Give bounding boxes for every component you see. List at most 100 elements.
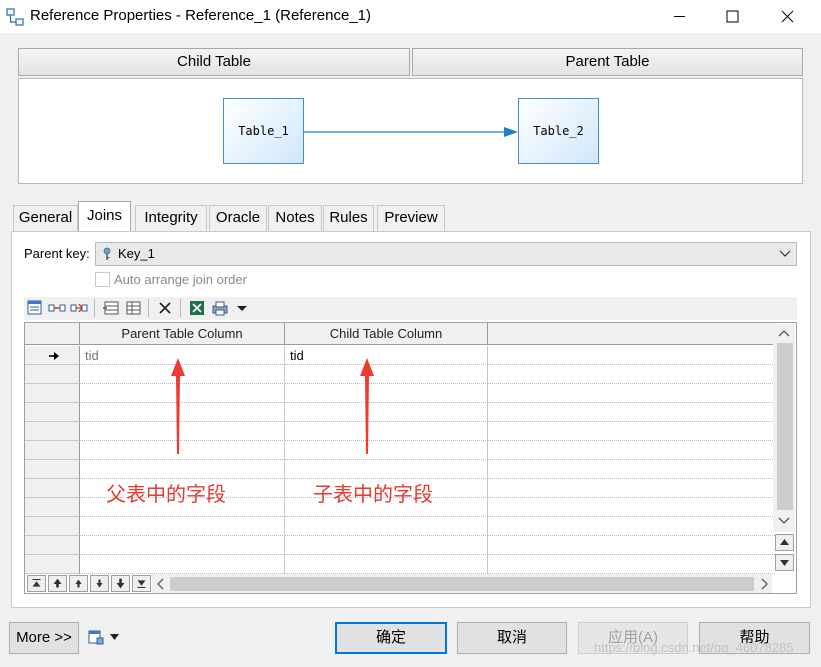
auto-arrange-checkbox[interactable] — [95, 272, 110, 287]
column-header-empty — [488, 323, 775, 345]
toolbar-separator — [94, 299, 95, 317]
grid-cell[interactable] — [488, 555, 775, 574]
grid-cell[interactable] — [488, 517, 775, 536]
row-header[interactable] — [25, 536, 80, 555]
column-header-parent[interactable]: Parent Table Column — [80, 323, 285, 345]
more-button[interactable]: More >> — [9, 622, 79, 654]
tab-integrity[interactable]: Integrity — [135, 205, 207, 231]
parent-column-value[interactable]: tid — [85, 346, 99, 365]
row-header[interactable] — [25, 498, 80, 517]
row-header[interactable] — [25, 422, 80, 441]
toolbar-separator — [180, 299, 181, 317]
move-down-icon[interactable] — [90, 575, 109, 592]
scroll-right-icon[interactable] — [758, 577, 770, 591]
row-header[interactable] — [25, 555, 80, 574]
parent-table-box[interactable]: Table_2 — [518, 98, 599, 164]
tab-general[interactable]: General — [13, 205, 78, 231]
row-header[interactable] — [25, 403, 80, 422]
grid-cell[interactable] — [285, 403, 488, 422]
move-page-down-icon[interactable] — [111, 575, 130, 592]
grid-cell[interactable] — [285, 441, 488, 460]
grid-cell[interactable] — [285, 555, 488, 574]
excel-icon[interactable] — [188, 299, 206, 317]
red-annotation-arrow — [360, 358, 374, 454]
grid-cell[interactable] — [488, 536, 775, 555]
grid-cell[interactable] — [488, 422, 775, 441]
grid-cell[interactable] — [80, 460, 285, 479]
delete-icon[interactable] — [156, 299, 174, 317]
vertical-scroll-thumb[interactable] — [777, 343, 793, 510]
toolbar-separator — [148, 299, 149, 317]
grid-cell[interactable] — [285, 422, 488, 441]
scroll-left-icon[interactable] — [155, 577, 167, 591]
grid-cell[interactable] — [285, 384, 488, 403]
move-up-icon[interactable] — [69, 575, 88, 592]
grid-cell[interactable] — [488, 384, 775, 403]
dropdown-icon[interactable] — [110, 634, 119, 640]
child-column-value[interactable]: tid — [290, 346, 304, 365]
row-header[interactable] — [25, 517, 80, 536]
tab-notes[interactable]: Notes — [268, 205, 322, 231]
move-bottom-icon[interactable] — [132, 575, 151, 592]
print-icon[interactable] — [211, 299, 229, 317]
horizontal-scroll-thumb[interactable] — [170, 577, 754, 591]
grid-cell[interactable] — [488, 365, 775, 384]
grid-cell[interactable] — [488, 441, 775, 460]
move-page-up-icon[interactable] — [48, 575, 67, 592]
add-row-icon[interactable] — [124, 299, 142, 317]
tab-rules[interactable]: Rules — [323, 205, 374, 231]
child-table-box[interactable]: Table_1 — [223, 98, 304, 164]
row-header[interactable] — [25, 479, 80, 498]
reuse-columns-icon[interactable] — [70, 299, 88, 317]
joins-grid[interactable]: Parent Table Column Child Table Column t… — [24, 322, 797, 594]
grid-cell[interactable] — [488, 498, 775, 517]
child-table-header[interactable]: Child Table — [18, 48, 410, 76]
row-header[interactable] — [25, 460, 80, 479]
properties-icon[interactable] — [26, 299, 44, 317]
grid-cell[interactable] — [80, 517, 285, 536]
row-header[interactable] — [25, 441, 80, 460]
grid-cell[interactable] — [285, 346, 488, 365]
tab-oracle[interactable]: Oracle — [209, 205, 267, 231]
row-header[interactable] — [25, 365, 80, 384]
auto-arrange-label: Auto arrange join order — [114, 272, 247, 287]
insert-row-icon[interactable] — [102, 299, 120, 317]
grid-cell[interactable] — [285, 536, 488, 555]
maximize-icon[interactable] — [705, 0, 761, 33]
scroll-page-up-icon[interactable] — [775, 534, 794, 551]
grid-corner — [25, 323, 80, 345]
move-top-icon[interactable] — [27, 575, 46, 592]
chevron-down-icon[interactable] — [779, 249, 791, 259]
add-join-icon[interactable] — [48, 299, 66, 317]
grid-cell[interactable] — [80, 555, 285, 574]
cancel-button[interactable]: 取消 — [457, 622, 567, 654]
grid-cell[interactable] — [80, 536, 285, 555]
scroll-up-icon[interactable] — [777, 327, 791, 339]
reference-icon — [6, 8, 24, 26]
parent-key-label: Parent key: — [24, 246, 90, 261]
grid-cell[interactable] — [285, 460, 488, 479]
grid-cell[interactable] — [285, 517, 488, 536]
parent-key-select[interactable] — [95, 242, 797, 266]
grid-cell[interactable] — [488, 346, 775, 365]
scroll-page-down-icon[interactable] — [775, 554, 794, 571]
minimize-icon[interactable] — [652, 0, 708, 33]
key-icon — [103, 247, 111, 260]
grid-cell[interactable] — [488, 479, 775, 498]
grid-cell[interactable] — [285, 365, 488, 384]
window-title: Reference Properties - Reference_1 (Refe… — [30, 7, 372, 24]
grid-cell[interactable] — [488, 403, 775, 422]
template-icon[interactable] — [88, 629, 104, 645]
parent-table-header[interactable]: Parent Table — [412, 48, 803, 76]
close-icon[interactable] — [760, 0, 816, 33]
row-header[interactable] — [25, 384, 80, 403]
scroll-down-icon[interactable] — [777, 515, 791, 527]
tab-joins[interactable]: Joins — [78, 201, 131, 231]
column-header-child[interactable]: Child Table Column — [285, 323, 488, 345]
tab-preview[interactable]: Preview — [377, 205, 445, 231]
grid-cell[interactable] — [488, 460, 775, 479]
ok-button[interactable]: 确定 — [335, 622, 447, 654]
current-row-arrow-icon — [49, 352, 59, 360]
dropdown-icon[interactable] — [233, 299, 251, 317]
parent-key-value: Key_1 — [118, 246, 155, 261]
